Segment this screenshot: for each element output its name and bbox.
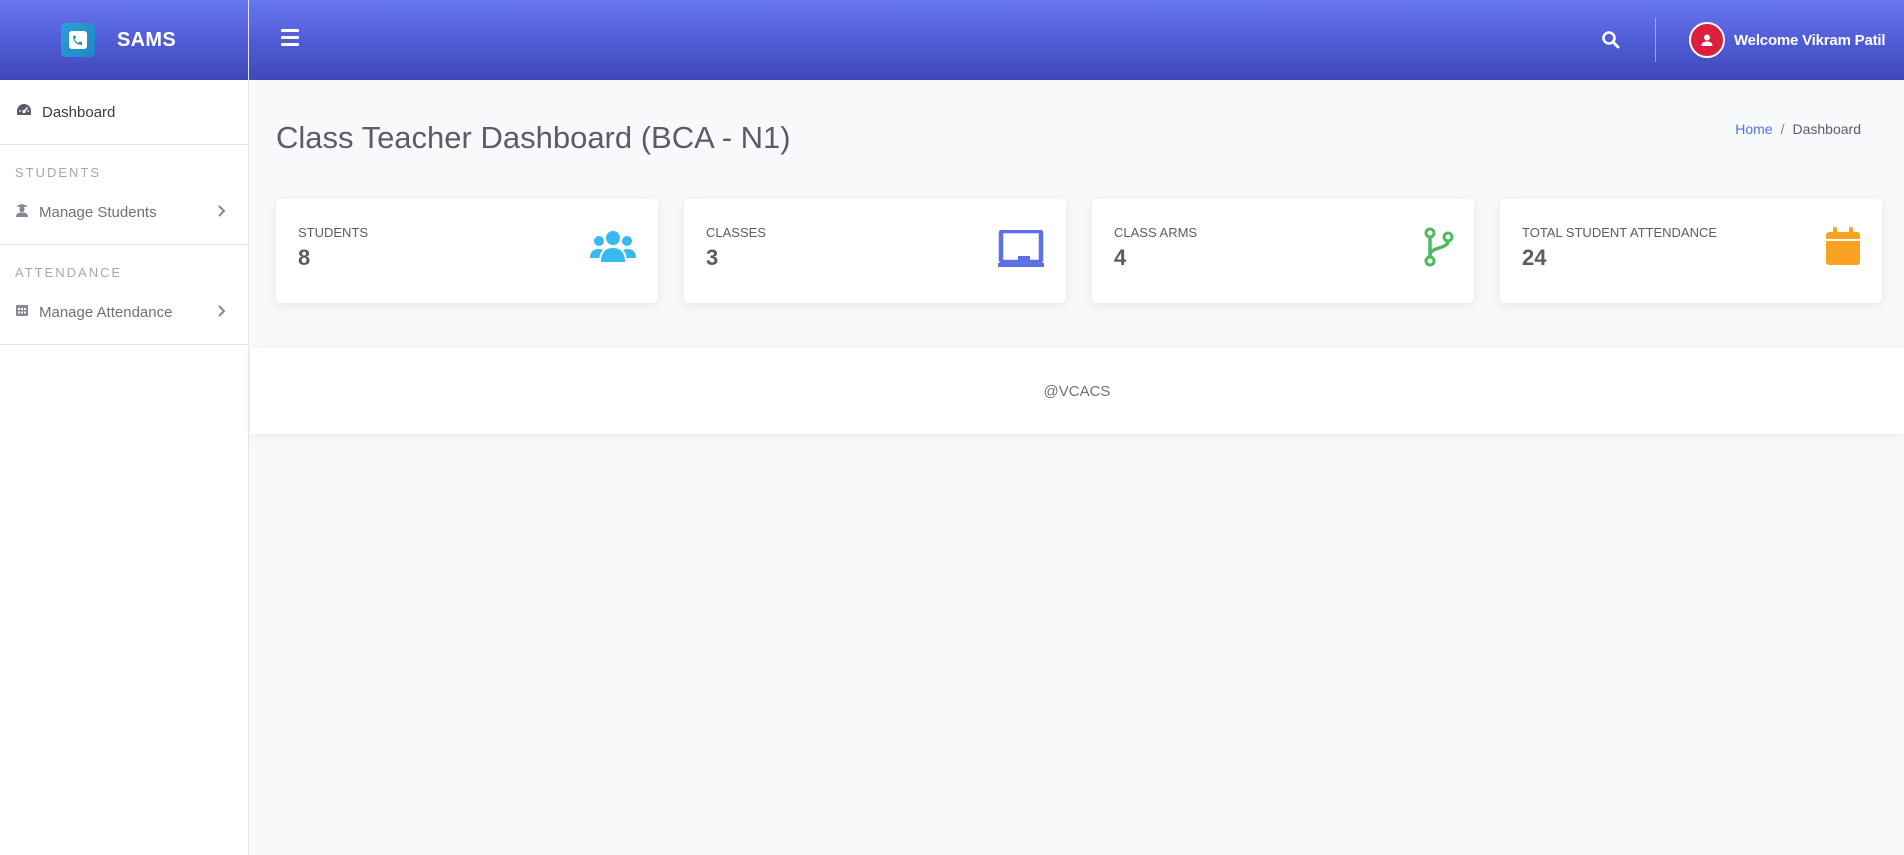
card-value: 8 xyxy=(298,245,311,270)
stat-card-students: Students 8 xyxy=(276,199,658,303)
brand-logo-icon xyxy=(61,23,95,57)
breadcrumb-current: Dashboard xyxy=(1792,121,1862,137)
card-value: 24 xyxy=(1522,245,1547,270)
sidebar-heading-attendance: ATTENDANCE xyxy=(15,265,123,280)
tachometer-icon xyxy=(16,103,32,122)
chevron-right-icon xyxy=(216,304,226,322)
breadcrumb-separator: / xyxy=(1780,121,1785,137)
welcome-text: Welcome Vikram Patil xyxy=(1734,31,1886,49)
stat-card-total-attendance: Total Student Attendance 24 xyxy=(1500,199,1882,303)
sidebar-item-dashboard[interactable]: Dashboard xyxy=(0,80,248,145)
stat-card-class-arms: Class Arms 4 xyxy=(1092,199,1474,303)
footer-text: @VCACS xyxy=(1043,382,1111,400)
users-icon xyxy=(590,230,636,269)
user-graduate-icon xyxy=(15,203,29,222)
card-title: Total Student Attendance xyxy=(1522,225,1718,240)
chalkboard-icon xyxy=(998,228,1044,273)
card-value: 4 xyxy=(1114,245,1127,270)
sidebar-item-label: Dashboard xyxy=(42,103,116,121)
breadcrumb-home-link[interactable]: Home xyxy=(1735,121,1772,137)
card-title: Class Arms xyxy=(1114,225,1198,240)
main-content: Class Teacher Dashboard (BCA - N1) Home … xyxy=(250,80,1904,348)
card-title: Students xyxy=(298,225,369,240)
footer: @VCACS xyxy=(250,348,1904,434)
brand[interactable]: SAMS xyxy=(0,0,248,80)
menu-toggle-icon[interactable] xyxy=(281,29,299,47)
breadcrumb: Home / Dashboard xyxy=(1735,121,1861,137)
topbar-divider xyxy=(1655,18,1656,62)
code-branch-icon xyxy=(1424,227,1454,272)
topbar: Welcome Vikram Patil xyxy=(249,0,1904,80)
card-title: Classes xyxy=(706,225,766,240)
sidebar-item-manage-attendance[interactable]: Manage Attendance xyxy=(0,281,248,345)
calendar-icon xyxy=(15,303,29,322)
stat-card-classes: Classes 3 xyxy=(684,199,1066,303)
calendar-icon xyxy=(1826,227,1860,270)
page-title: Class Teacher Dashboard (BCA - N1) xyxy=(276,120,791,155)
sidebar-heading-students: STUDENTS xyxy=(15,165,102,180)
sidebar-item-label: Manage Students xyxy=(39,204,157,221)
user-menu[interactable]: Welcome Vikram Patil xyxy=(1689,22,1886,58)
chevron-right-icon xyxy=(216,204,226,222)
avatar-user-icon xyxy=(1689,22,1725,58)
sidebar: SAMS Dashboard STUDENTS Manage Students xyxy=(0,0,249,855)
sidebar-item-label: Manage Attendance xyxy=(39,304,173,321)
search-icon[interactable] xyxy=(1601,30,1621,50)
card-value: 3 xyxy=(706,245,719,270)
brand-name: SAMS xyxy=(117,28,176,51)
sidebar-item-manage-students[interactable]: Manage Students xyxy=(0,181,248,245)
